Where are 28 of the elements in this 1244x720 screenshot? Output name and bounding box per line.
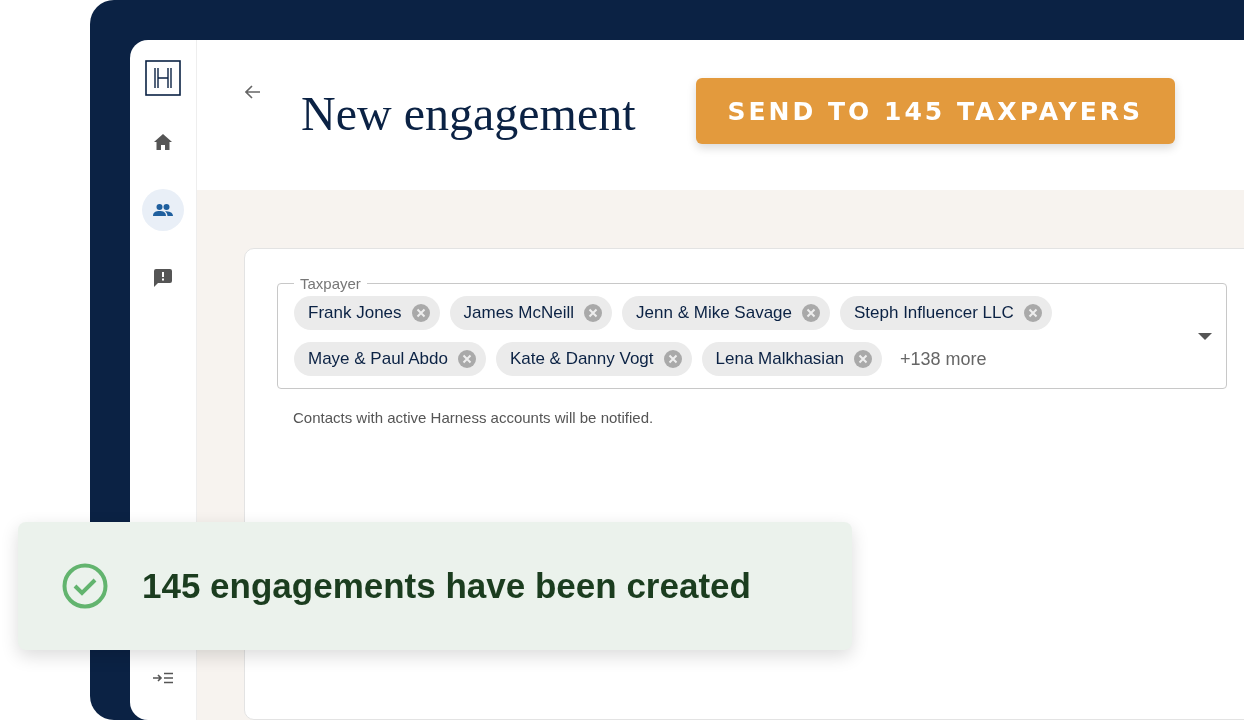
taxpayer-chip[interactable]: Maye & Paul Abdo — [294, 342, 486, 376]
toast-message: 145 engagements have been created — [142, 566, 751, 606]
taxpayer-chip[interactable]: Kate & Danny Vogt — [495, 342, 692, 376]
remove-icon[interactable] — [584, 304, 603, 322]
helper-text: Contacts with active Harness accounts will be notified. — [293, 409, 655, 426]
check-circle-icon — [62, 563, 108, 609]
feedback-icon — [154, 269, 172, 287]
remove-icon[interactable] — [1023, 304, 1042, 322]
taxpayer-chip[interactable]: Lena Malkhasian — [701, 342, 883, 376]
taxpayer-chip[interactable]: Jenn & Mike Savage — [622, 296, 830, 330]
dropdown-caret-icon[interactable] — [1198, 332, 1212, 340]
home-icon — [154, 134, 172, 150]
remove-icon[interactable] — [802, 304, 820, 322]
back-arrow-icon[interactable] — [245, 85, 261, 99]
remove-icon[interactable] — [663, 350, 682, 368]
remove-icon[interactable] — [854, 350, 873, 368]
remove-icon[interactable] — [457, 350, 476, 368]
people-icon — [153, 204, 173, 216]
taxpayer-chip[interactable]: James McNeill — [449, 296, 613, 330]
remove-icon[interactable] — [411, 304, 430, 322]
expand-menu-icon[interactable] — [153, 672, 173, 684]
nav-item[interactable] — [142, 189, 184, 231]
more-count: +138 more — [900, 348, 987, 370]
logo-icon — [145, 60, 181, 96]
taxpayer-chip[interactable]: Frank Jones — [294, 296, 440, 330]
page-title: New engagement — [301, 86, 636, 141]
taxpayer-chip[interactable]: Steph Influencer LLC — [840, 296, 1052, 330]
field-label: Taxpayer — [299, 275, 362, 292]
